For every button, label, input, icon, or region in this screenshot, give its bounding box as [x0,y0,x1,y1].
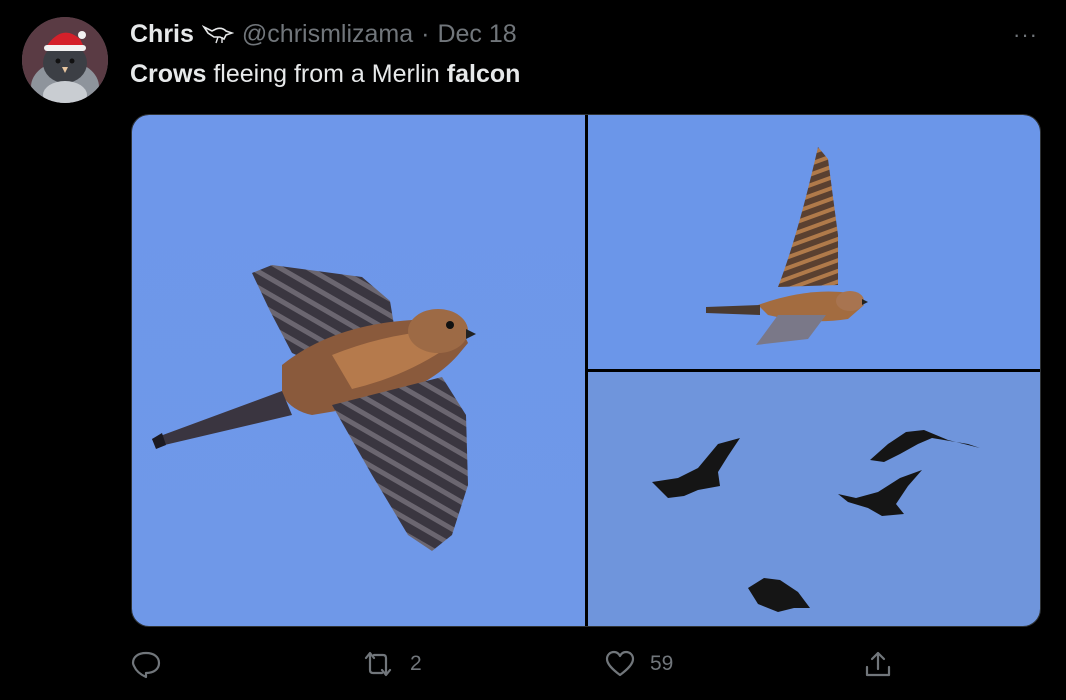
like-button[interactable]: 59 [604,648,673,680]
reply-icon [130,648,162,680]
tweet-date[interactable]: Dec 18 [437,18,516,50]
tweet-header: Chris @chrismlizama · Dec 18 [130,18,517,50]
author-name[interactable]: Chris [130,18,194,50]
retweet-button[interactable]: 2 [360,648,422,680]
share-icon [862,648,894,680]
more-options-icon[interactable]: ··· [1013,22,1038,48]
heart-icon [604,648,636,680]
separator-dot: · [421,20,430,48]
photo-merlin-closeup[interactable] [132,115,585,626]
tweet-text: Crows fleeing from a Merlin falcon [130,58,520,90]
action-bar: 2 59 [130,648,910,688]
photo-merlin-wings-up[interactable] [588,115,1040,369]
photo-crows-flying[interactable] [588,372,1040,626]
author-handle[interactable]: @chrismlizama [242,18,413,50]
tweet-text-bold-1: Crows [130,60,207,88]
reply-button[interactable] [130,648,176,680]
like-count: 59 [650,652,674,675]
avatar[interactable] [22,17,108,103]
retweet-count: 2 [410,652,422,675]
tweet-text-bold-2: falcon [446,60,521,88]
bird-emoji-icon [201,23,234,45]
media-grid [131,114,1041,627]
share-button[interactable] [862,648,908,680]
retweet-icon [360,648,396,680]
tweet-text-body: fleeing from a Merlin [206,60,447,88]
